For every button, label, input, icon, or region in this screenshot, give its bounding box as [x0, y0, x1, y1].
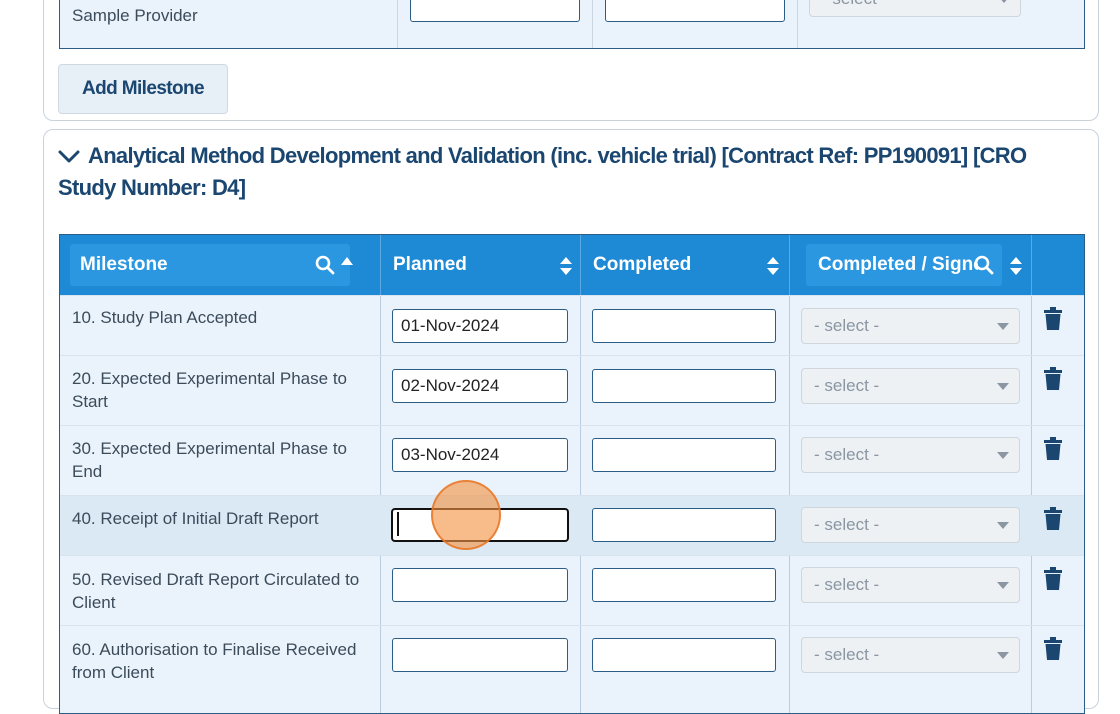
signed-by-select[interactable]: - select -: [801, 437, 1020, 473]
chevron-down-icon: [997, 652, 1009, 659]
trash-icon[interactable]: [1043, 507, 1063, 531]
select-value: - select -: [814, 575, 880, 594]
planned-date-input[interactable]: [410, 0, 580, 22]
select-value: - select -: [814, 316, 880, 335]
milestone-cell: 50. Revised Draft Report Circulated to C…: [72, 570, 360, 612]
column-divider: [789, 235, 790, 295]
add-milestone-button[interactable]: Add Milestone: [58, 64, 228, 114]
select-value: - select -: [814, 376, 880, 395]
column-header-milestone[interactable]: Milestone: [70, 244, 353, 286]
planned-date-input[interactable]: [392, 309, 568, 343]
completed-date-input[interactable]: [592, 438, 776, 472]
table-row: All Test Item information received from …: [59, 0, 1085, 49]
completed-date-input[interactable]: [592, 309, 776, 343]
completed-date-input[interactable]: [592, 568, 776, 602]
sort-icon[interactable]: [766, 256, 780, 276]
signed-by-select[interactable]: - select -: [801, 368, 1020, 404]
trash-icon[interactable]: [1043, 307, 1063, 331]
completed-date-input[interactable]: [605, 0, 785, 22]
column-header-label: Milestone: [80, 254, 168, 275]
chevron-down-icon: [997, 383, 1009, 390]
previous-section-card: All Test Item information received from …: [43, 0, 1099, 121]
column-divider: [580, 235, 581, 295]
signed-by-select[interactable]: - select -: [801, 637, 1020, 673]
completed-date-input[interactable]: [592, 369, 776, 403]
column-divider: [592, 0, 593, 48]
select-value: - select -: [814, 645, 880, 664]
column-divider: [397, 0, 398, 48]
table-row: 40. Receipt of Initial Draft Report - se…: [60, 495, 1084, 555]
section-title[interactable]: Analytical Method Development and Valida…: [58, 140, 1068, 204]
trash-icon[interactable]: [1043, 0, 1063, 5]
table-row: 20. Expected Experimental Phase to Start…: [60, 355, 1084, 425]
trash-icon[interactable]: [1043, 367, 1063, 391]
chevron-down-icon: [998, 0, 1010, 3]
select-value: - select -: [822, 0, 887, 9]
signed-by-select[interactable]: - select -: [801, 308, 1020, 344]
table-row: 50. Revised Draft Report Circulated to C…: [60, 555, 1084, 625]
chevron-down-icon: [997, 582, 1009, 589]
completed-date-input[interactable]: [592, 638, 776, 672]
milestone-cell: All Test Item information received from …: [72, 0, 361, 25]
search-icon[interactable]: [315, 255, 335, 275]
milestone-table: Milestone Planned Completed Completed / …: [59, 234, 1085, 714]
planned-date-input[interactable]: [392, 568, 568, 602]
table-header: Milestone Planned Completed Completed / …: [60, 235, 1084, 295]
sort-icon[interactable]: [559, 256, 573, 276]
completed-date-input[interactable]: [592, 508, 776, 542]
column-divider: [797, 0, 798, 48]
table-row: 60. Authorisation to Finalise Received f…: [60, 625, 1084, 713]
column-header-planned[interactable]: Planned: [393, 235, 578, 295]
section-title-text: Analytical Method Development and Valida…: [58, 143, 1027, 200]
column-header-signed[interactable]: Completed / Signed: [806, 244, 1002, 286]
chevron-down-icon: [997, 522, 1009, 529]
column-divider: [1031, 235, 1032, 295]
chevron-down-icon: [997, 452, 1009, 459]
milestone-cell: 30. Expected Experimental Phase to End: [72, 439, 347, 481]
pointer-cursor-indicator: [431, 480, 501, 550]
milestone-cell: 20. Expected Experimental Phase to Start: [72, 369, 347, 411]
signed-by-select[interactable]: - select -: [801, 567, 1020, 603]
milestone-cell: 10. Study Plan Accepted: [72, 308, 258, 327]
chevron-down-icon[interactable]: [58, 150, 80, 164]
select-value: - select -: [814, 515, 880, 534]
planned-date-input[interactable]: [392, 638, 568, 672]
select-value: - select -: [814, 445, 880, 464]
column-header-completed[interactable]: Completed: [593, 235, 788, 295]
planned-date-input[interactable]: [392, 369, 568, 403]
column-header-label: Completed / Signed: [818, 254, 978, 275]
column-divider: [380, 235, 381, 295]
sort-icon[interactable]: [1009, 256, 1023, 276]
column-header-label: Completed: [593, 254, 692, 275]
signed-by-select[interactable]: - select -: [809, 0, 1021, 17]
table-row: 10. Study Plan Accepted - select -: [60, 295, 1084, 355]
milestone-cell: 40. Receipt of Initial Draft Report: [72, 509, 319, 528]
milestone-section-card: Analytical Method Development and Valida…: [43, 129, 1099, 714]
search-icon[interactable]: [974, 255, 994, 275]
chevron-down-icon: [997, 323, 1009, 330]
signed-by-select[interactable]: - select -: [801, 507, 1020, 543]
milestone-cell: 60. Authorisation to Finalise Received f…: [72, 640, 357, 682]
column-header-label: Planned: [393, 254, 467, 275]
trash-icon[interactable]: [1043, 437, 1063, 461]
text-caret: [397, 512, 399, 536]
table-row: 30. Expected Experimental Phase to End -…: [60, 425, 1084, 495]
trash-icon[interactable]: [1043, 567, 1063, 591]
sort-asc-icon[interactable]: [340, 256, 354, 266]
trash-icon[interactable]: [1043, 637, 1063, 661]
planned-date-input[interactable]: [392, 438, 568, 472]
